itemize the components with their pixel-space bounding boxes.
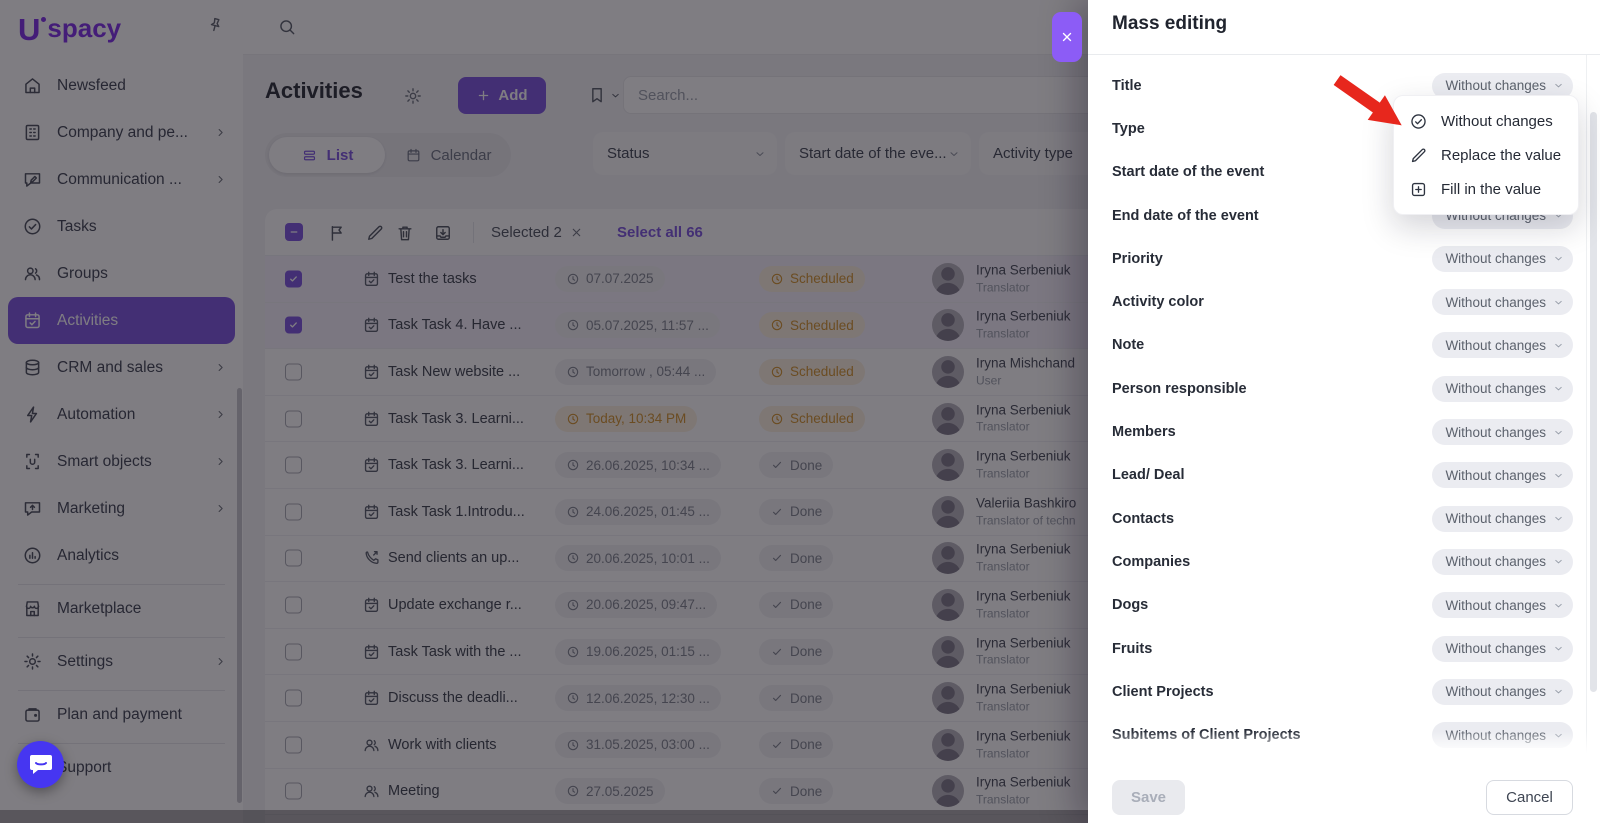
chevron-down-icon xyxy=(1553,297,1564,308)
save-button[interactable]: Save xyxy=(1112,780,1185,815)
field-label: Companies xyxy=(1112,554,1190,570)
field-mode-value: Without changes xyxy=(1445,598,1546,613)
panel-field: Fruits Without changes xyxy=(1088,627,1600,670)
plus-square-icon xyxy=(1409,180,1428,199)
chevron-down-icon xyxy=(1553,470,1564,481)
panel-divider xyxy=(1088,54,1600,55)
field-label: Priority xyxy=(1112,251,1163,267)
field-label: Contacts xyxy=(1112,511,1174,527)
field-label: Fruits xyxy=(1112,641,1152,657)
field-mode-value: Without changes xyxy=(1445,295,1546,310)
field-mode-value: Without changes xyxy=(1445,338,1546,353)
chevron-down-icon xyxy=(1553,80,1564,91)
field-label: Activity color xyxy=(1112,294,1204,310)
field-label: Dogs xyxy=(1112,597,1148,613)
app-window: U spacy NewsfeedCompany and pe...Communi… xyxy=(0,0,1600,823)
field-mode-value: Without changes xyxy=(1445,554,1546,569)
field-label: Type xyxy=(1112,121,1145,137)
field-mode-dropdown[interactable]: Without changes xyxy=(1432,506,1573,532)
change-mode-dropdown: Without changes Replace the value Fill in … xyxy=(1393,95,1579,215)
chevron-down-icon xyxy=(1553,383,1564,394)
panel-field: Person responsible Without changes xyxy=(1088,367,1600,410)
field-mode-value: Without changes xyxy=(1445,78,1546,93)
menu-item-label: Without changes xyxy=(1441,113,1553,130)
panel-field: Contacts Without changes xyxy=(1088,497,1600,540)
chevron-down-icon xyxy=(1553,643,1564,654)
close-panel-button[interactable] xyxy=(1052,12,1082,62)
menu-item-without-changes[interactable]: Without changes xyxy=(1394,104,1578,138)
menu-item-fill-in-the-value[interactable]: Fill in the value xyxy=(1394,172,1578,206)
field-mode-value: Without changes xyxy=(1445,641,1546,656)
chevron-down-icon xyxy=(1553,556,1564,567)
check-circle-icon xyxy=(1409,112,1428,131)
menu-item-replace-the-value[interactable]: Replace the value xyxy=(1394,138,1578,172)
panel-scrollbar-thumb[interactable] xyxy=(1590,112,1597,692)
panel-field: Activity color Without changes xyxy=(1088,280,1600,323)
field-label: Start date of the event xyxy=(1112,164,1264,180)
panel-scrollbar-track xyxy=(1586,55,1600,823)
chevron-down-icon xyxy=(1553,686,1564,697)
field-mode-dropdown[interactable]: Without changes xyxy=(1432,592,1573,618)
panel-field: Companies Without changes xyxy=(1088,540,1600,583)
field-label: Lead/ Deal xyxy=(1112,467,1185,483)
chat-bubble-icon xyxy=(29,754,53,776)
panel-field: Dogs Without changes xyxy=(1088,584,1600,627)
field-mode-dropdown[interactable]: Without changes xyxy=(1432,419,1573,445)
field-label: Note xyxy=(1112,337,1144,353)
field-mode-dropdown[interactable]: Without changes xyxy=(1432,289,1573,315)
panel-field: Client Projects Without changes xyxy=(1088,670,1600,713)
field-mode-dropdown[interactable]: Without changes xyxy=(1432,549,1573,575)
chevron-down-icon xyxy=(1553,253,1564,264)
field-mode-value: Without changes xyxy=(1445,468,1546,483)
panel-field: Note Without changes xyxy=(1088,324,1600,367)
field-mode-dropdown[interactable]: Without changes xyxy=(1432,246,1573,272)
menu-item-label: Replace the value xyxy=(1441,147,1561,164)
field-label: Person responsible xyxy=(1112,381,1247,397)
chevron-down-icon xyxy=(1553,513,1564,524)
field-mode-dropdown[interactable]: Without changes xyxy=(1432,462,1573,488)
bottom-edge-shadow xyxy=(0,810,1088,823)
field-label: Client Projects xyxy=(1112,684,1214,700)
field-mode-value: Without changes xyxy=(1445,511,1546,526)
panel-title: Mass editing xyxy=(1112,13,1227,35)
panel-field: Members Without changes xyxy=(1088,410,1600,453)
menu-item-label: Fill in the value xyxy=(1441,181,1541,198)
field-mode-dropdown[interactable]: Without changes xyxy=(1432,332,1573,358)
field-mode-dropdown[interactable]: Without changes xyxy=(1432,376,1573,402)
panel-footer: Save Cancel xyxy=(1088,753,1600,823)
cancel-button[interactable]: Cancel xyxy=(1486,780,1573,815)
field-mode-value: Without changes xyxy=(1445,381,1546,396)
chevron-down-icon xyxy=(1553,427,1564,438)
chevron-down-icon xyxy=(1553,340,1564,351)
field-mode-value: Without changes xyxy=(1445,251,1546,266)
field-label: End date of the event xyxy=(1112,208,1259,224)
field-mode-value: Without changes xyxy=(1445,425,1546,440)
panel-field: Lead/ Deal Without changes xyxy=(1088,454,1600,497)
field-label: Members xyxy=(1112,424,1176,440)
field-label: Title xyxy=(1112,78,1142,94)
modal-overlay xyxy=(0,0,1088,823)
pencil-icon xyxy=(1409,146,1428,165)
field-mode-dropdown[interactable]: Without changes xyxy=(1432,679,1573,705)
close-icon xyxy=(1060,30,1074,44)
chevron-down-icon xyxy=(1553,600,1564,611)
support-chat-button[interactable] xyxy=(17,741,64,788)
field-mode-dropdown[interactable]: Without changes xyxy=(1432,636,1573,662)
field-mode-value: Without changes xyxy=(1445,684,1546,699)
panel-field: Priority Without changes xyxy=(1088,237,1600,280)
